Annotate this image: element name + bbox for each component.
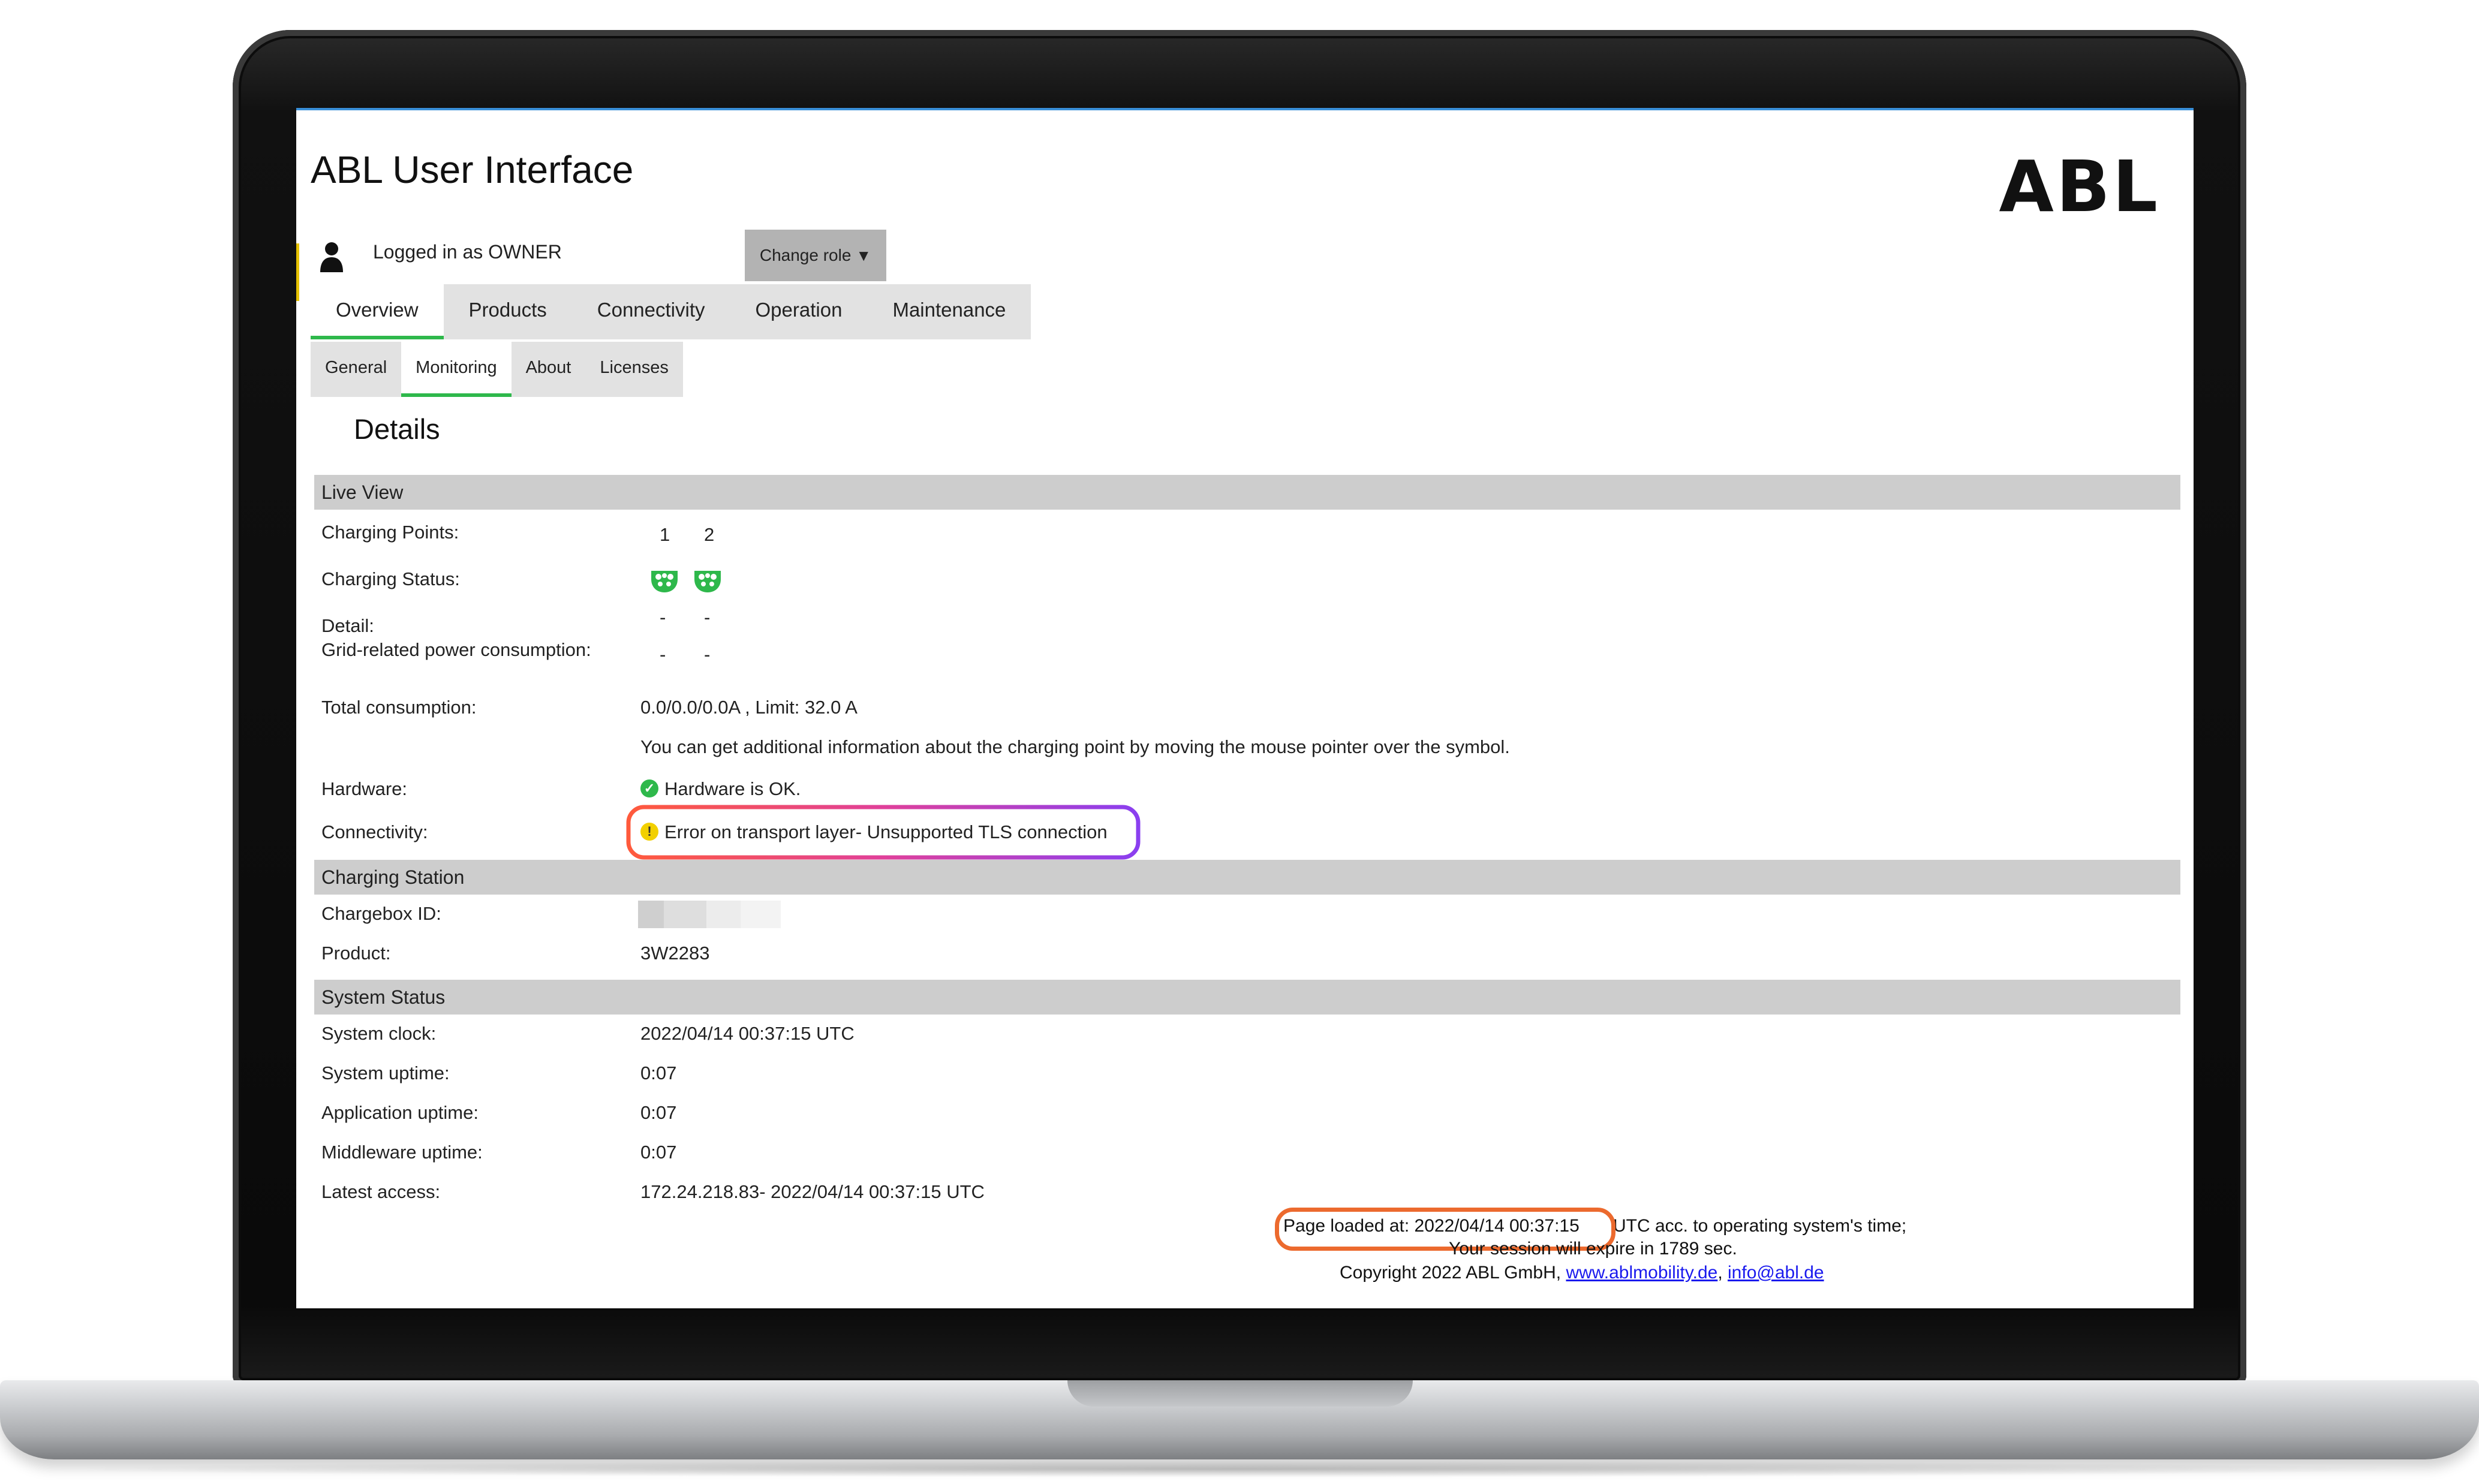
charging-point-2: 2 [704, 524, 715, 545]
tab-connectivity[interactable]: Connectivity [572, 284, 730, 339]
detail-value-1: - [660, 607, 666, 628]
product-label: Product: [321, 943, 391, 964]
application-uptime-label: Application uptime: [321, 1102, 479, 1123]
check-circle-icon: ✓ [640, 779, 658, 797]
total-consumption-label: Total consumption: [321, 697, 477, 718]
subtab-licenses[interactable]: Licenses [585, 342, 682, 397]
ev-plug-icon[interactable] [649, 567, 680, 595]
main-tab-bar: Overview Products Connectivity Operation… [311, 284, 1031, 339]
connectivity-label: Connectivity: [321, 821, 428, 842]
browser-screen: ABL User Interface ABL Logged in as OWNE… [296, 108, 2194, 1308]
logged-in-text: Logged in as OWNER [373, 241, 562, 263]
website-link[interactable]: www.ablmobility.de [1566, 1263, 1717, 1283]
detail-value-2: - [704, 607, 711, 628]
hardware-value: Hardware is OK. [664, 778, 801, 799]
charging-status-label: Charging Status: [321, 568, 460, 589]
grid-value-1: - [660, 644, 666, 665]
grid-consumption-label: Grid-related power consumption: [321, 639, 591, 660]
session-expiry-text: Your session will expire in 1789 sec. [1449, 1239, 1737, 1259]
charging-point-1: 1 [660, 524, 670, 545]
latest-access-value: 172.24.218.83- 2022/04/14 00:37:15 UTC [640, 1181, 985, 1202]
copyright-line: Copyright 2022 ABL GmbH, www.ablmobility… [1340, 1263, 1824, 1283]
connectivity-highlight [626, 805, 1141, 860]
email-link[interactable]: info@abl.de [1728, 1263, 1824, 1283]
hardware-status: ✓ Hardware is OK. [640, 778, 801, 800]
system-clock-value: 2022/04/14 00:37:15 UTC [640, 1023, 855, 1044]
middleware-uptime-value: 0:07 [640, 1142, 677, 1163]
product-value: 3W2283 [640, 943, 710, 964]
left-marker [296, 243, 299, 301]
change-role-button[interactable]: Change role ▼ [745, 230, 886, 281]
change-role-label: Change role [759, 246, 852, 264]
chargebox-id-redacted [638, 901, 781, 928]
info-text: You can get additional information about… [640, 736, 1510, 757]
system-status-header: System Status [314, 980, 2180, 1015]
subtab-general[interactable]: General [311, 342, 401, 397]
subtab-monitoring[interactable]: Monitoring [401, 342, 512, 397]
chevron-down-icon: ▼ [856, 246, 872, 264]
application-uptime-value: 0:07 [640, 1102, 677, 1123]
app-title: ABL User Interface [311, 148, 634, 191]
tab-operation[interactable]: Operation [730, 284, 868, 339]
tab-overview[interactable]: Overview [311, 284, 444, 339]
system-clock-label: System clock: [321, 1023, 437, 1044]
live-view-header: Live View [314, 475, 2180, 510]
abl-logo: ABL [1999, 145, 2160, 228]
laptop-shadow [48, 1461, 2431, 1477]
charging-station-header: Charging Station [314, 860, 2180, 895]
subtab-about[interactable]: About [512, 342, 586, 397]
copyright-text: Copyright 2022 ABL GmbH, [1340, 1263, 1562, 1283]
details-title: Details [354, 413, 440, 445]
grid-value-2: - [704, 644, 711, 665]
ev-plug-icon[interactable] [692, 567, 723, 595]
total-consumption-value: 0.0/0.0/0.0A , Limit: 32.0 A [640, 697, 858, 718]
tab-maintenance[interactable]: Maintenance [867, 284, 1031, 339]
laptop-notch [1067, 1380, 1413, 1407]
chargebox-id-label: Chargebox ID: [321, 903, 441, 924]
detail-label: Detail: [321, 615, 374, 636]
sub-tab-bar: General Monitoring About Licenses [311, 342, 683, 397]
latest-access-label: Latest access: [321, 1181, 441, 1202]
middleware-uptime-label: Middleware uptime: [321, 1142, 483, 1163]
tab-products[interactable]: Products [444, 284, 572, 339]
page-loaded-suffix: UTC acc. to operating system's time; [1613, 1216, 1907, 1236]
charging-points-label: Charging Points: [321, 522, 459, 543]
system-uptime-label: System uptime: [321, 1062, 450, 1083]
footer-separator: , [1717, 1263, 1723, 1283]
user-icon [320, 242, 343, 272]
system-uptime-value: 0:07 [640, 1062, 677, 1083]
hardware-label: Hardware: [321, 778, 407, 799]
